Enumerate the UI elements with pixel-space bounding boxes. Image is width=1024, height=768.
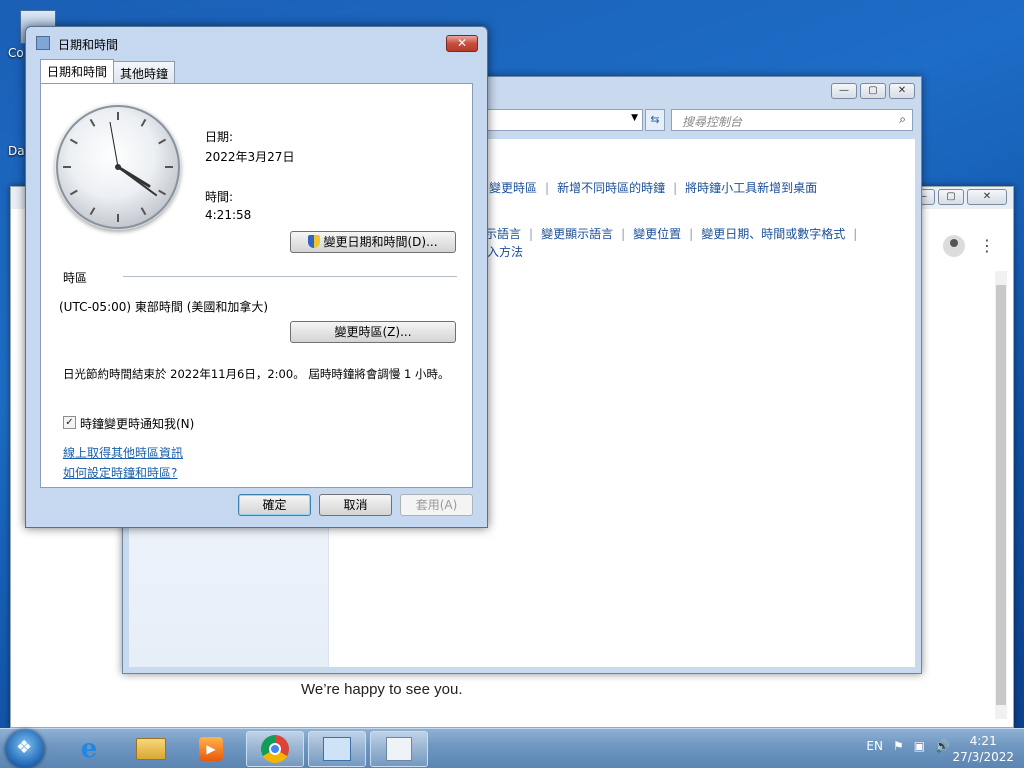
notify-checkbox-label[interactable]: 時鐘變更時通知我(N) bbox=[80, 415, 194, 432]
uac-shield-icon bbox=[308, 235, 321, 248]
link-add-clock-gadget[interactable]: 將時鐘小工具新增到桌面 bbox=[685, 181, 817, 195]
analog-clock-icon bbox=[55, 104, 181, 230]
tab-panel: 日期: 2022年3月27日 時間: 4:21:58 變更日期和時間(D)...… bbox=[40, 83, 473, 488]
minimize-button[interactable]: — bbox=[831, 83, 857, 99]
tab-additional-clocks[interactable]: 其他時鐘 bbox=[113, 61, 176, 83]
language-indicator[interactable]: EN bbox=[866, 739, 883, 753]
date-value: 2022年3月27日 bbox=[205, 150, 295, 164]
link-add-clocks[interactable]: 新增不同時區的時鐘 bbox=[557, 181, 665, 195]
cancel-button[interactable]: 取消 bbox=[319, 494, 392, 516]
network-icon[interactable]: ▣ bbox=[914, 739, 925, 753]
clock-date: 27/3/2022 bbox=[952, 750, 1014, 764]
language-links: 示語言 | 變更顯示語言 | 變更位置 | 變更日期、時間或數字格式 | bbox=[485, 227, 858, 241]
action-center-flag-icon[interactable]: ⚑ bbox=[893, 739, 904, 753]
link-change-formats[interactable]: 變更日期、時間或數字格式 bbox=[701, 227, 845, 241]
timezone-header: 時區 bbox=[63, 271, 88, 285]
date-time-icon bbox=[36, 36, 50, 50]
profile-avatar-icon[interactable] bbox=[943, 235, 965, 257]
volume-icon[interactable]: 🔊 bbox=[935, 739, 950, 753]
link-change-location[interactable]: 變更位置 bbox=[633, 227, 681, 241]
date-time-dialog: 日期和時間 ✕ 日期和時間 其他時鐘 日期: 2022年3月27日 時間: 4:… bbox=[25, 26, 488, 528]
start-button[interactable] bbox=[6, 730, 44, 768]
desktop-icon-label: Co bbox=[8, 46, 24, 60]
close-button[interactable]: ✕ bbox=[889, 83, 915, 99]
ok-button[interactable]: 確定 bbox=[238, 494, 311, 516]
search-box[interactable]: 搜尋控制台 ⌕ bbox=[671, 109, 913, 131]
system-tray: EN ⚑ ▣ 🔊 bbox=[866, 739, 950, 753]
date-time-taskbar-icon[interactable] bbox=[370, 731, 428, 767]
internet-explorer-icon[interactable]: e bbox=[60, 731, 118, 767]
search-placeholder: 搜尋控制台 bbox=[682, 115, 743, 129]
tab-date-time[interactable]: 日期和時間 bbox=[40, 59, 115, 83]
maximize-button[interactable]: ▢ bbox=[938, 189, 964, 205]
chevron-down-icon[interactable]: ▼ bbox=[631, 113, 638, 123]
clock-time: 4:21 bbox=[969, 734, 997, 748]
search-icon[interactable]: ⌕ bbox=[899, 112, 906, 127]
welcome-text: We’re happy to see you. bbox=[301, 681, 463, 698]
divider bbox=[123, 276, 457, 277]
apply-button[interactable]: 套用(A) bbox=[400, 494, 473, 516]
link-input-method[interactable]: 入方法 bbox=[487, 243, 523, 260]
media-player-icon[interactable]: ▶ bbox=[182, 731, 240, 767]
vertical-scrollbar[interactable] bbox=[995, 271, 1007, 719]
maximize-button[interactable]: ▢ bbox=[860, 83, 886, 99]
dialog-title: 日期和時間 bbox=[58, 38, 119, 52]
taskbar: e ▶ EN ⚑ ▣ 🔊 4:21 27/3/2022 bbox=[0, 728, 1024, 768]
taskbar-clock[interactable]: 4:21 27/3/2022 bbox=[952, 733, 1014, 765]
dialog-tabs: 日期和時間 其他時鐘 bbox=[40, 59, 176, 83]
link-change-display-language[interactable]: 變更顯示語言 bbox=[541, 227, 613, 241]
dialog-titlebar[interactable]: 日期和時間 ✕ bbox=[26, 27, 487, 61]
link-add-display-language[interactable]: 示語言 bbox=[485, 227, 521, 241]
timezone-value: (UTC-05:00) 東部時間 (美國和加拿大) bbox=[59, 300, 269, 314]
close-button[interactable]: ✕ bbox=[446, 35, 478, 52]
close-button[interactable]: ✕ bbox=[967, 189, 1007, 205]
dst-note: 日光節約時間結束於 2022年11月6日，2:00。 屆時時鐘將會調慢 1 小時… bbox=[63, 367, 450, 381]
notify-checkbox[interactable]: ✓ bbox=[63, 416, 76, 429]
time-label: 時間: bbox=[205, 190, 234, 204]
datetime-links: 變更時區 | 新增不同時區的時鐘 | 將時鐘小工具新增到桌面 bbox=[489, 181, 818, 195]
chrome-icon[interactable] bbox=[246, 731, 304, 767]
date-label: 日期: bbox=[205, 130, 234, 144]
browser-toolbar: ⋮ bbox=[943, 235, 995, 257]
control-panel-taskbar-icon[interactable] bbox=[308, 731, 366, 767]
time-value: 4:21:58 bbox=[205, 208, 252, 222]
link-how-to-set-clock[interactable]: 如何設定時鐘和時區? bbox=[63, 464, 177, 481]
file-explorer-icon[interactable] bbox=[122, 731, 180, 767]
change-date-time-button[interactable]: 變更日期和時間(D)... bbox=[290, 231, 456, 253]
link-online-timezone-info[interactable]: 線上取得其他時區資訊 bbox=[63, 444, 183, 461]
refresh-button[interactable]: ⇆ bbox=[645, 109, 665, 131]
change-timezone-button[interactable]: 變更時區(Z)... bbox=[290, 321, 456, 343]
link-change-timezone[interactable]: 變更時區 bbox=[489, 181, 537, 195]
menu-kebab-icon[interactable]: ⋮ bbox=[979, 238, 995, 254]
